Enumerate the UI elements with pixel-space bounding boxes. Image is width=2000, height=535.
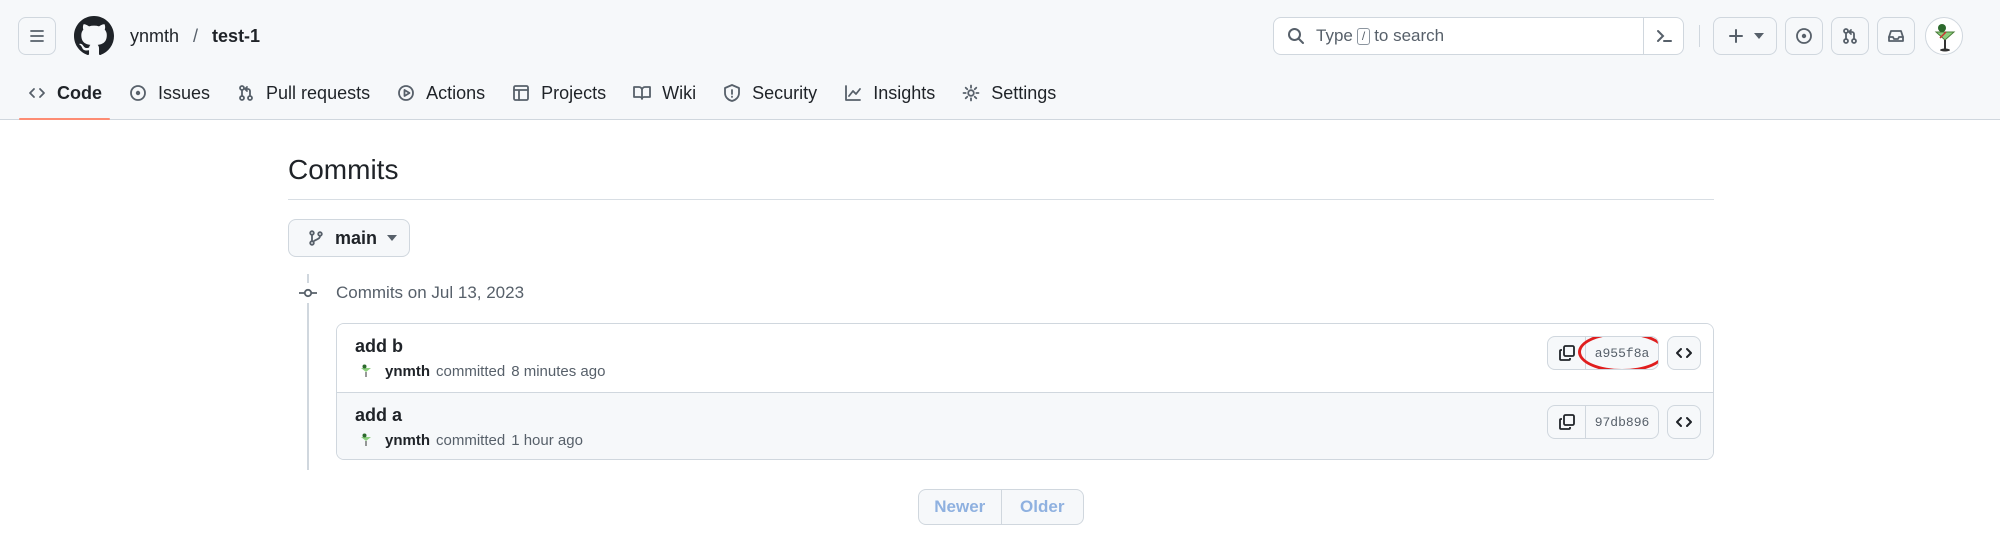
breadcrumb: ynmth / test-1 — [130, 26, 260, 47]
table-icon — [513, 85, 530, 101]
copy-icon — [1558, 414, 1575, 430]
tab-settings[interactable]: Settings — [950, 72, 1067, 114]
browse-files-button[interactable] — [1667, 405, 1701, 439]
pull-requests-button[interactable] — [1831, 17, 1869, 55]
tab-projects[interactable]: Projects — [500, 72, 617, 114]
code-icon — [1676, 348, 1692, 358]
app-header: ynmth / test-1 Type / to search Code Iss… — [0, 0, 2000, 120]
search-shortcut-key: / — [1356, 27, 1371, 45]
commit-sha-button[interactable]: 97db896 — [1586, 406, 1658, 438]
commit-action: committed — [436, 362, 506, 380]
search-placeholder-suffix: to search — [1374, 26, 1445, 45]
avatar[interactable] — [357, 431, 375, 449]
owner-link[interactable]: ynmth — [130, 26, 179, 47]
tab-label: Insights — [873, 82, 936, 103]
timeline-line — [307, 274, 309, 470]
graph-icon — [845, 85, 862, 101]
search-icon — [1288, 28, 1304, 44]
git-pull-request-icon — [239, 85, 253, 101]
commit-sha: 97db896 — [1594, 414, 1650, 430]
repo-link[interactable]: test-1 — [212, 26, 260, 47]
github-logo-icon[interactable] — [74, 16, 114, 56]
tab-security[interactable]: Security — [711, 72, 828, 114]
commit-author-link[interactable]: ynmth — [385, 432, 430, 449]
menu-button[interactable] — [18, 17, 56, 55]
copy-sha-button[interactable] — [1548, 406, 1586, 438]
older-button[interactable]: Older — [1002, 490, 1084, 524]
breadcrumb-separator: / — [193, 26, 199, 46]
title-divider — [288, 199, 1714, 200]
branch-selector-button[interactable]: main — [288, 219, 410, 257]
commit-message-link[interactable]: add b — [355, 336, 403, 357]
avatar[interactable] — [357, 362, 375, 380]
tab-label: Actions — [426, 82, 486, 103]
newer-button[interactable]: Newer — [919, 490, 1002, 524]
commit-meta: ynmth committed 1 hour ago — [357, 431, 583, 449]
issues-button[interactable] — [1785, 17, 1823, 55]
branch-name: main — [335, 227, 378, 248]
plus-icon — [1729, 29, 1743, 43]
chevron-down-icon — [1754, 33, 1764, 39]
header-divider — [1699, 25, 1700, 47]
browse-files-button[interactable] — [1667, 336, 1701, 370]
gear-icon — [962, 84, 980, 102]
tab-label: Security — [752, 82, 818, 103]
commit-actions: a955f8a — [1547, 336, 1701, 370]
play-icon — [398, 85, 414, 101]
hamburger-icon — [30, 30, 44, 42]
issue-icon — [1796, 28, 1812, 44]
chevron-down-icon — [387, 235, 398, 241]
git-pull-request-icon — [1843, 28, 1857, 44]
commit-row: add b ynmth committed 8 minutes ago a955… — [337, 324, 1713, 392]
tab-wiki[interactable]: Wiki — [621, 72, 707, 114]
tab-label: Projects — [541, 82, 607, 103]
commit-actions: 97db896 — [1547, 405, 1701, 439]
commit-time: 8 minutes ago — [511, 362, 606, 380]
book-icon — [633, 86, 652, 100]
git-commit-icon — [298, 283, 318, 303]
commit-action: committed — [436, 431, 506, 449]
tab-pull-requests[interactable]: Pull requests — [225, 72, 381, 114]
commit-time: 1 hour ago — [511, 431, 583, 449]
user-avatar[interactable] — [1925, 17, 1963, 55]
repo-tabs: Code Issues Pull requests Actions Projec… — [16, 72, 1071, 120]
git-branch-icon — [309, 230, 323, 246]
tab-label: Wiki — [662, 82, 697, 103]
commit-author-link[interactable]: ynmth — [385, 363, 430, 380]
terminal-icon — [1656, 30, 1672, 42]
inbox-icon — [1888, 30, 1904, 42]
tab-label: Issues — [158, 82, 211, 103]
shield-icon — [724, 84, 741, 102]
tab-label: Pull requests — [266, 82, 371, 103]
commit-row: add a ynmth committed 1 hour ago 97db896 — [337, 392, 1713, 459]
commit-group-date: Commits on Jul 13, 2023 — [336, 283, 525, 302]
page-title: Commits — [288, 154, 399, 185]
code-icon — [1676, 417, 1692, 427]
tab-insights[interactable]: Insights — [832, 72, 946, 114]
commit-meta: ynmth committed 8 minutes ago — [357, 362, 605, 380]
tab-label: Settings — [991, 82, 1057, 103]
tab-label: Code — [57, 82, 102, 103]
avatar-image-icon — [1934, 24, 1956, 52]
tab-actions[interactable]: Actions — [385, 72, 496, 114]
commit-list: add b ynmth committed 8 minutes ago a955… — [336, 323, 1714, 460]
search-input[interactable]: Type / to search — [1273, 17, 1684, 55]
sha-button-group: a955f8a — [1547, 336, 1659, 370]
commit-message-link[interactable]: add a — [355, 405, 402, 426]
search-placeholder-prefix: Type — [1316, 26, 1353, 45]
tab-code[interactable]: Code — [16, 72, 113, 120]
sha-button-group: 97db896 — [1547, 405, 1659, 439]
copy-icon — [1558, 345, 1575, 361]
issue-icon — [130, 85, 146, 101]
commit-sha-button[interactable]: a955f8a — [1578, 337, 1658, 369]
create-new-button[interactable] — [1713, 17, 1777, 55]
top-bar: ynmth / test-1 Type / to search — [0, 0, 2000, 72]
tab-issues[interactable]: Issues — [117, 72, 221, 114]
code-icon — [29, 88, 45, 98]
command-palette-button[interactable] — [1643, 18, 1683, 54]
inbox-button[interactable] — [1877, 17, 1915, 55]
highlight-annotation — [1578, 337, 1658, 369]
pagination: Newer Older — [918, 489, 1084, 525]
